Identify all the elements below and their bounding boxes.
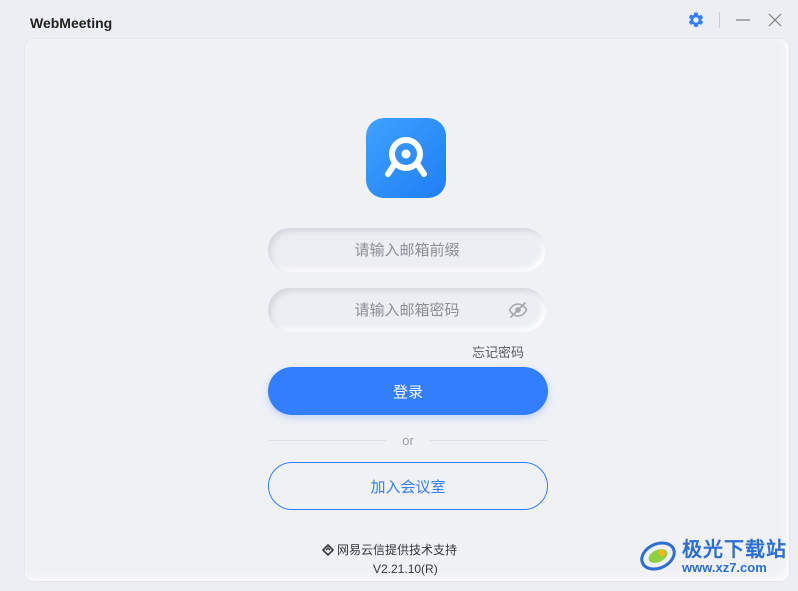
- password-visibility-toggle[interactable]: [508, 301, 528, 319]
- webcam-logo-icon: [385, 137, 427, 177]
- window-title: WebMeeting: [30, 15, 113, 31]
- netease-yunxin-logo-icon: [322, 543, 334, 556]
- join-room-button[interactable]: 加入会议室: [268, 462, 548, 510]
- powered-by-text: 网易云信提供技术支持: [337, 543, 458, 557]
- app-logo: [366, 118, 446, 198]
- divider-line-right: [430, 439, 548, 441]
- watermark-name: 极光下载站: [682, 536, 787, 561]
- or-divider: or: [268, 431, 548, 449]
- email-field-container: [268, 228, 546, 272]
- powered-by: 网易云信提供技术支持: [322, 541, 457, 558]
- forgot-password-link[interactable]: 忘记密码: [472, 342, 524, 361]
- version-text: V2.21.10(R): [373, 562, 438, 576]
- password-field-container: [268, 288, 546, 332]
- eye-off-icon: [508, 302, 528, 318]
- watermark: 极光下载站 www.xz7.com: [638, 536, 787, 576]
- controls-divider: [719, 12, 720, 28]
- settings-button[interactable]: [687, 11, 705, 29]
- divider-line-left: [268, 439, 386, 441]
- email-input[interactable]: [305, 240, 509, 260]
- close-icon: [768, 13, 782, 27]
- app-window: WebMeeting 请输入邮箱前缀 忘记密码 登录 or 加入会议室 网易云信…: [0, 0, 798, 591]
- password-input[interactable]: [305, 300, 509, 320]
- close-button[interactable]: [766, 11, 784, 29]
- login-button[interactable]: 登录: [268, 367, 548, 415]
- watermark-logo-icon: [640, 541, 676, 571]
- or-text: or: [402, 432, 414, 448]
- watermark-text: 极光下载站 www.xz7.com: [682, 539, 787, 574]
- watermark-url: www.xz7.com: [682, 559, 767, 575]
- minimize-button[interactable]: [734, 11, 752, 29]
- gear-icon: [688, 12, 704, 27]
- minimize-icon: [736, 19, 750, 21]
- window-controls: [687, 10, 784, 30]
